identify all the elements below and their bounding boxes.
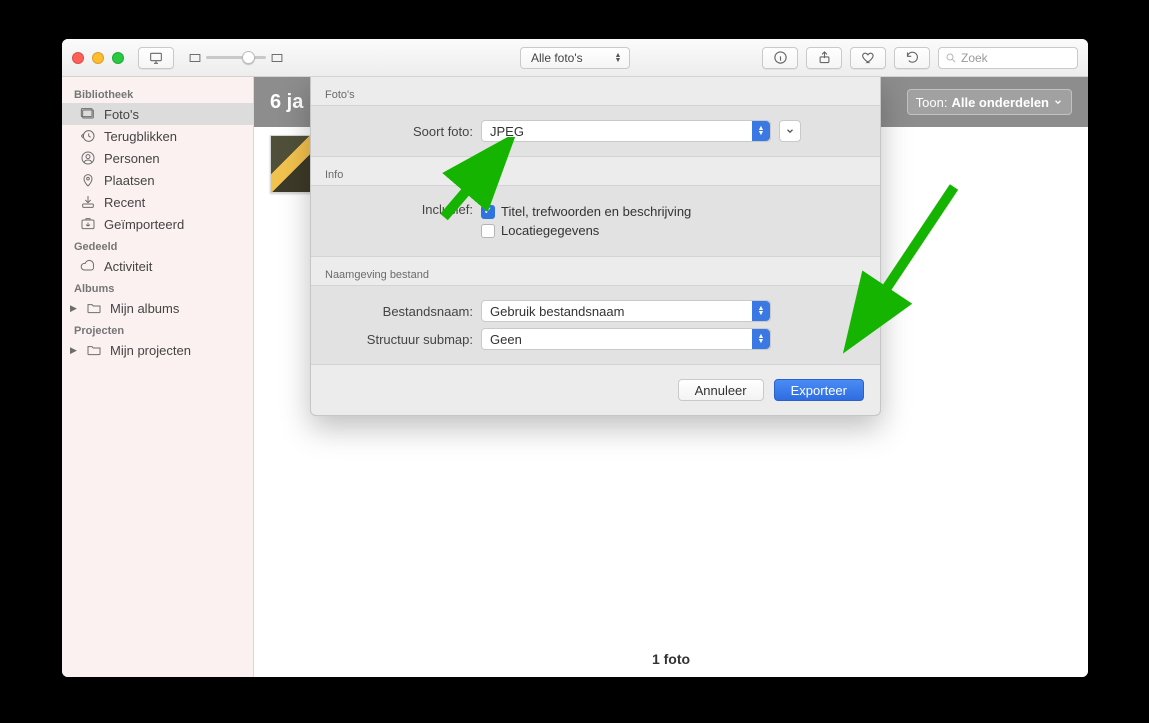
sidebar-item-label: Foto's bbox=[104, 107, 139, 122]
disclosure-icon[interactable]: ▶ bbox=[70, 345, 78, 356]
sidebar-section-projects: Projecten bbox=[62, 319, 253, 339]
sidebar-item-places[interactable]: Plaatsen bbox=[62, 169, 253, 191]
cancel-button[interactable]: Annuleer bbox=[678, 379, 764, 401]
zoom-thumb[interactable] bbox=[242, 51, 255, 64]
sidebar-item-label: Mijn albums bbox=[110, 301, 179, 316]
search-input[interactable]: Zoek bbox=[938, 47, 1078, 69]
disclosure-button[interactable] bbox=[779, 120, 801, 142]
disclosure-icon[interactable]: ▶ bbox=[70, 303, 78, 314]
zoom-in-icon bbox=[270, 51, 284, 65]
kind-value: JPEG bbox=[490, 124, 524, 139]
show-label: Toon: bbox=[916, 95, 948, 110]
checkbox-location[interactable] bbox=[481, 224, 495, 238]
chevron-down-icon bbox=[785, 126, 795, 136]
zoom-slider[interactable] bbox=[182, 47, 290, 69]
rotate-button[interactable] bbox=[894, 47, 930, 69]
checkbox-title-keywords[interactable]: ✓ bbox=[481, 205, 495, 219]
sidebar: Bibliotheek Foto's Terugblikken Personen… bbox=[62, 77, 254, 677]
photo-thumbnail[interactable] bbox=[270, 135, 311, 193]
subfolder-value: Geen bbox=[490, 332, 522, 347]
label-including: Inclusief: bbox=[325, 200, 481, 217]
sidebar-item-my-projects[interactable]: ▶ Mijn projecten bbox=[62, 339, 253, 361]
slideshow-icon bbox=[148, 50, 164, 66]
folder-icon bbox=[86, 342, 102, 358]
sidebar-item-label: Geïmporteerd bbox=[104, 217, 184, 232]
subfolder-select[interactable]: Geen ▲▼ bbox=[481, 328, 771, 350]
sidebar-item-activity[interactable]: Activiteit bbox=[62, 255, 253, 277]
sidebar-item-label: Activiteit bbox=[104, 259, 152, 274]
zoom-out-icon bbox=[188, 51, 202, 65]
updown-icon: ▲▼ bbox=[752, 301, 770, 321]
search-icon bbox=[945, 52, 957, 64]
info-button[interactable] bbox=[762, 47, 798, 69]
import-icon bbox=[80, 216, 96, 232]
pin-icon bbox=[80, 172, 96, 188]
cloud-icon bbox=[80, 258, 96, 274]
view-selector-label: Alle foto's bbox=[531, 51, 583, 65]
export-button[interactable]: Exporteer bbox=[774, 379, 864, 401]
section-photos: Foto's bbox=[311, 77, 880, 105]
person-icon bbox=[80, 150, 96, 166]
window-close-button[interactable] bbox=[72, 52, 84, 64]
filename-select[interactable]: Gebruik bestandsnaam ▲▼ bbox=[481, 300, 771, 322]
sidebar-item-imported[interactable]: Geïmporteerd bbox=[62, 213, 253, 235]
content-title: 6 ja bbox=[270, 91, 303, 114]
traffic-lights bbox=[72, 52, 124, 64]
show-filter-button[interactable]: Toon: Alle onderdelen bbox=[907, 89, 1072, 115]
main-content: 6 ja Toon: Alle onderdelen 1 foto Foto's… bbox=[254, 77, 1088, 677]
sidebar-section-albums: Albums bbox=[62, 277, 253, 297]
sidebar-item-my-albums[interactable]: ▶ Mijn albums bbox=[62, 297, 253, 319]
share-icon bbox=[817, 50, 832, 65]
view-selector[interactable]: Alle foto's ▲▼ bbox=[520, 47, 630, 69]
sidebar-section-library: Bibliotheek bbox=[62, 83, 253, 103]
label-filename: Bestandsnaam: bbox=[325, 304, 481, 319]
info-icon bbox=[773, 50, 788, 65]
checkbox-label: Locatiegegevens bbox=[501, 223, 599, 238]
sidebar-item-label: Mijn projecten bbox=[110, 343, 191, 358]
updown-icon: ▲▼ bbox=[752, 329, 770, 349]
chevron-down-icon bbox=[1053, 97, 1063, 107]
label-kind: Soort foto: bbox=[325, 124, 481, 139]
sidebar-section-shared: Gedeeld bbox=[62, 235, 253, 255]
photo-count: 1 foto bbox=[254, 651, 1088, 667]
titlebar: Alle foto's ▲▼ Zoek bbox=[62, 39, 1088, 77]
folder-icon bbox=[86, 300, 102, 316]
updown-icon: ▲▼ bbox=[752, 121, 770, 141]
section-info: Info bbox=[311, 157, 880, 185]
app-window: Alle foto's ▲▼ Zoek Bib bbox=[62, 39, 1088, 677]
updown-icon: ▲▼ bbox=[611, 48, 625, 68]
window-minimize-button[interactable] bbox=[92, 52, 104, 64]
sidebar-item-memories[interactable]: Terugblikken bbox=[62, 125, 253, 147]
rotate-icon bbox=[905, 50, 920, 65]
search-placeholder: Zoek bbox=[961, 51, 988, 65]
filename-value: Gebruik bestandsnaam bbox=[490, 304, 624, 319]
slideshow-button[interactable] bbox=[138, 47, 174, 69]
sidebar-item-label: Recent bbox=[104, 195, 145, 210]
sidebar-item-label: Personen bbox=[104, 151, 160, 166]
heart-icon bbox=[861, 50, 876, 65]
checkbox-label: Titel, trefwoorden en beschrijving bbox=[501, 204, 691, 219]
share-button[interactable] bbox=[806, 47, 842, 69]
export-sheet: Foto's Soort foto: JPEG ▲▼ Info bbox=[310, 77, 881, 416]
button-label: Exporteer bbox=[791, 383, 847, 398]
window-zoom-button[interactable] bbox=[112, 52, 124, 64]
kind-select[interactable]: JPEG ▲▼ bbox=[481, 120, 771, 142]
label-subfolder: Structuur submap: bbox=[325, 332, 481, 347]
sidebar-item-label: Plaatsen bbox=[104, 173, 155, 188]
zoom-track[interactable] bbox=[206, 56, 266, 59]
show-value: Alle onderdelen bbox=[951, 95, 1049, 110]
download-icon bbox=[80, 194, 96, 210]
photos-icon bbox=[80, 106, 96, 122]
favorite-button[interactable] bbox=[850, 47, 886, 69]
sidebar-item-people[interactable]: Personen bbox=[62, 147, 253, 169]
button-label: Annuleer bbox=[695, 383, 747, 398]
clock-back-icon bbox=[80, 128, 96, 144]
sidebar-item-recent[interactable]: Recent bbox=[62, 191, 253, 213]
section-naming: Naamgeving bestand bbox=[311, 257, 880, 285]
sidebar-item-label: Terugblikken bbox=[104, 129, 177, 144]
sidebar-item-photos[interactable]: Foto's bbox=[62, 103, 253, 125]
